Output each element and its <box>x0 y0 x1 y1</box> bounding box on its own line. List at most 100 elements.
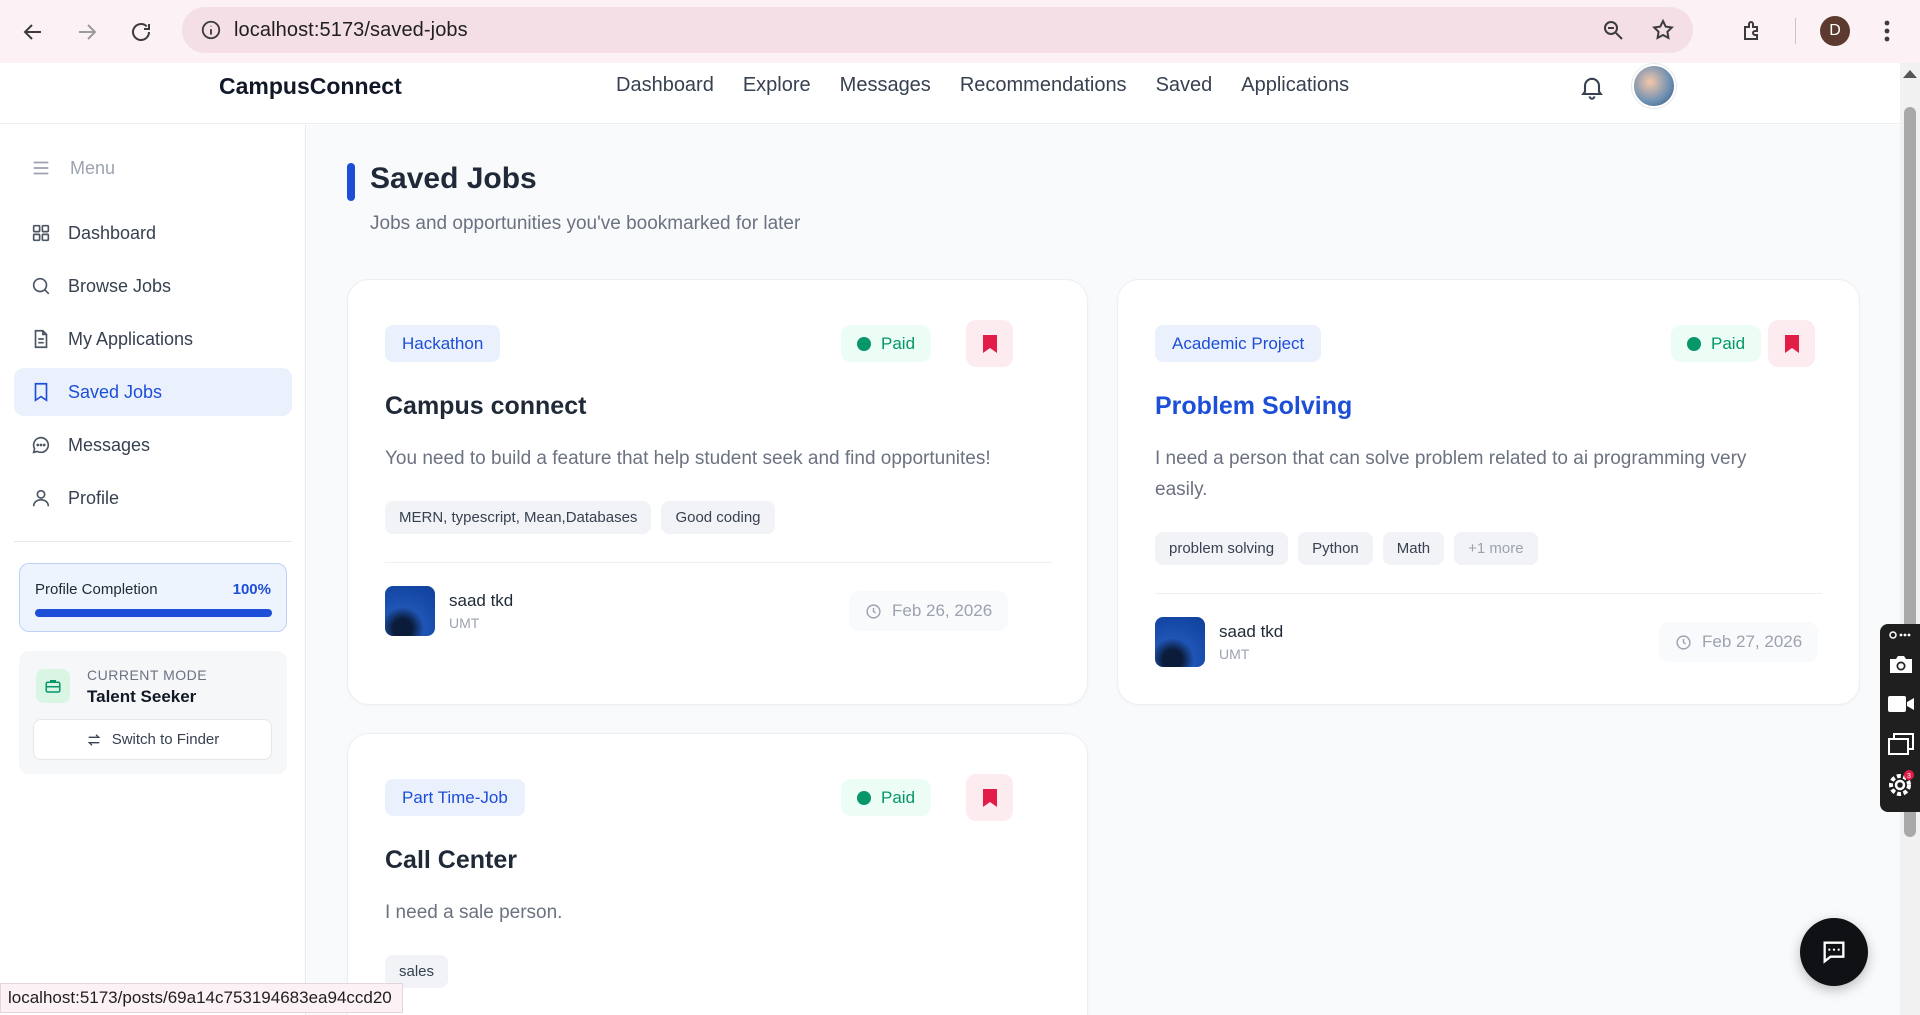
nav-saved[interactable]: Saved <box>1156 74 1213 97</box>
bookmark-filled-icon <box>982 788 997 807</box>
sidebar-item-label: Browse Jobs <box>68 275 172 296</box>
paid-label: Paid <box>1711 333 1746 353</box>
search-icon <box>32 277 50 295</box>
nav-recommendations[interactable]: Recommendations <box>960 74 1127 97</box>
sidebar-item-saved-jobs[interactable]: Saved Jobs <box>14 368 292 416</box>
screen-capture-toolbar: 3 <box>1880 624 1920 812</box>
posted-date: Feb 26, 2026 <box>892 601 993 620</box>
sidebar-item-dashboard[interactable]: Dashboard <box>14 209 292 257</box>
paid-badge: Paid <box>1671 325 1762 362</box>
scroll-up-arrow[interactable] <box>1903 70 1917 78</box>
unsave-bookmark-button[interactable] <box>966 320 1013 367</box>
sidebar-item-messages[interactable]: Messages <box>14 421 292 469</box>
camera-icon[interactable] <box>1887 650 1915 678</box>
paid-badge: Paid <box>841 779 932 816</box>
switch-mode-button[interactable]: Switch to Finder <box>33 719 272 760</box>
forward-button[interactable] <box>60 5 114 59</box>
menu-header[interactable]: Menu <box>30 157 115 179</box>
status-bar-url: localhost:5173/posts/69a14c753194683ea94… <box>0 983 403 1013</box>
unsave-bookmark-button[interactable] <box>966 774 1013 821</box>
date-chip: Feb 27, 2026 <box>1659 622 1819 662</box>
bookmark-filled-icon <box>982 334 997 353</box>
unsave-bookmark-button[interactable] <box>1768 320 1815 367</box>
user-avatar[interactable] <box>1632 64 1676 108</box>
job-description-line: easily. <box>1155 479 1208 500</box>
sidebar-item-label: Saved Jobs <box>68 381 163 402</box>
sidebar-item-label: Messages <box>68 434 151 455</box>
job-card[interactable]: Hackathon Paid Campus connect You need t… <box>347 279 1088 705</box>
mode-caption: CURRENT MODE <box>87 667 208 683</box>
chat-fab-button[interactable] <box>1800 918 1868 986</box>
paid-label: Paid <box>881 333 916 353</box>
bookmark-icon <box>34 382 48 402</box>
message-icon <box>1823 941 1845 964</box>
card-divider <box>1155 593 1822 594</box>
completion-label: Profile Completion <box>35 581 158 598</box>
url-text[interactable]: localhost:5173/saved-jobs <box>234 19 468 42</box>
title-accent-bar <box>347 163 355 201</box>
poster-name: saad tkd <box>449 591 514 610</box>
nav-applications[interactable]: Applications <box>1241 74 1349 97</box>
video-icon[interactable] <box>1887 690 1915 718</box>
menu-label: Menu <box>70 157 116 178</box>
job-title[interactable]: Call Center <box>385 846 517 875</box>
job-description-line: I need a person that can solve problem r… <box>1155 448 1747 469</box>
browser-menu-icon[interactable] <box>1870 14 1904 48</box>
job-description: I need a person that can solve problem r… <box>1155 443 1746 505</box>
poster-avatar <box>1155 617 1205 667</box>
capture-menu-icon[interactable] <box>1887 626 1915 644</box>
sidebar-item-browse-jobs[interactable]: Browse Jobs <box>14 262 292 310</box>
job-card[interactable]: Part Time-Job Paid Call Center I need a … <box>347 733 1088 1015</box>
bookmark-filled-icon <box>1784 334 1799 353</box>
skill-tag: Python <box>1298 532 1373 565</box>
current-mode-card: CURRENT MODE Talent Seeker Switch to Fin… <box>19 651 287 774</box>
more-tags-badge: +1 more <box>1454 532 1538 565</box>
completion-progress-fill <box>35 609 272 617</box>
posted-date: Feb 27, 2026 <box>1702 632 1803 651</box>
address-bar[interactable]: localhost:5173/saved-jobs <box>182 7 1693 53</box>
sidebar-divider <box>14 541 292 542</box>
sidebar-item-label: Profile <box>68 487 120 508</box>
grid-icon <box>32 224 50 242</box>
bell-icon[interactable] <box>1578 73 1606 101</box>
date-chip: Feb 26, 2026 <box>849 591 1009 631</box>
app-header: CampusConnect Dashboard Explore Messages… <box>0 63 1900 124</box>
card-divider <box>385 562 1052 563</box>
switch-mode-label: Switch to Finder <box>111 731 220 748</box>
category-badge: Hackathon <box>385 325 501 362</box>
nav-dashboard[interactable]: Dashboard <box>616 74 714 97</box>
sidebar-item-profile[interactable]: Profile <box>14 474 292 522</box>
arrow-left-icon <box>23 23 41 40</box>
window-capture-icon[interactable] <box>1887 730 1915 758</box>
paid-dot-icon <box>857 790 871 805</box>
star-icon[interactable] <box>1651 18 1675 42</box>
brand-logo[interactable]: CampusConnect <box>219 73 402 100</box>
job-title[interactable]: Problem Solving <box>1155 392 1352 421</box>
poster-org: UMT <box>1219 646 1250 662</box>
skill-tags: problem solving Python Math +1 more <box>1155 532 1538 565</box>
sidebar-item-my-applications[interactable]: My Applications <box>14 315 292 363</box>
zoom-icon[interactable] <box>1601 18 1625 42</box>
site-info-icon[interactable] <box>188 19 234 41</box>
completion-percent: 100% <box>232 581 271 598</box>
job-description: I need a sale person. <box>385 902 563 923</box>
back-button[interactable] <box>6 5 60 59</box>
nav-messages[interactable]: Messages <box>840 74 931 97</box>
hamburger-icon <box>33 161 49 175</box>
job-title[interactable]: Campus connect <box>385 392 586 421</box>
poster-org: UMT <box>449 615 480 631</box>
clock-icon <box>866 603 881 619</box>
extensions-icon[interactable] <box>1735 14 1769 48</box>
job-card[interactable]: Academic Project Paid Problem Solving I … <box>1117 279 1860 705</box>
completion-progress-bar <box>35 609 272 617</box>
svg-text:3: 3 <box>1907 773 1911 780</box>
reload-button[interactable] <box>114 5 168 59</box>
nav-explore[interactable]: Explore <box>743 74 811 97</box>
job-description: You need to build a feature that help st… <box>385 448 991 469</box>
settings-icon[interactable]: 3 <box>1887 770 1915 798</box>
sidebar-item-label: Dashboard <box>68 222 157 243</box>
skill-tag: Math <box>1382 532 1445 565</box>
user-icon <box>32 489 50 507</box>
category-badge: Academic Project <box>1155 325 1322 362</box>
browser-profile-avatar[interactable]: D <box>1820 16 1850 46</box>
